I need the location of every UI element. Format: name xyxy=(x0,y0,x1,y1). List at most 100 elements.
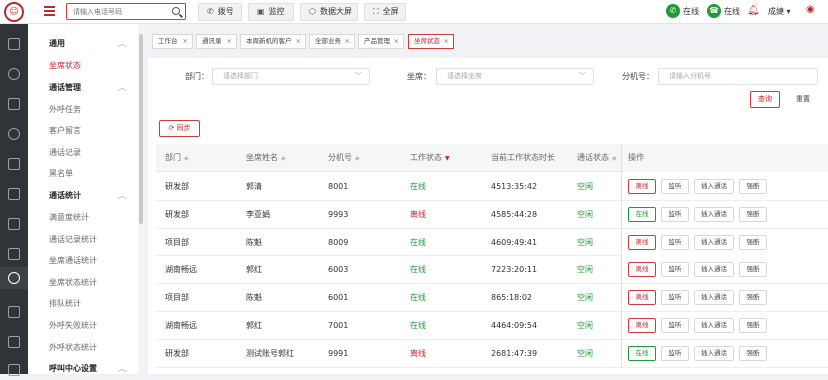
force-disconnect-button[interactable]: 强断 xyxy=(739,345,767,361)
online-status-2[interactable]: ☎ 在线 xyxy=(707,4,740,18)
tab-seat-status[interactable]: 坐席状态 × xyxy=(408,34,454,49)
sort-icon[interactable]: ◆ xyxy=(612,155,617,162)
sidebar-item-seat-call-stats[interactable]: 坐席通话统计 xyxy=(28,250,138,272)
scrollbar-thumb[interactable] xyxy=(139,34,143,224)
rail-item-callcenter[interactable] xyxy=(0,267,28,289)
set-online-button[interactable]: 在线 xyxy=(628,206,656,222)
sidebar-item-queue-stats[interactable]: 排队统计 xyxy=(28,293,138,315)
sidebar-item-call-record-stats[interactable]: 通话记录统计 xyxy=(28,229,138,251)
set-online-button[interactable]: 在线 xyxy=(628,345,656,361)
monitor-button[interactable]: ▣ 监控 xyxy=(248,3,294,21)
stats-icon[interactable] xyxy=(8,218,20,230)
listen-button[interactable]: 监听 xyxy=(661,290,689,306)
sort-icon[interactable]: ◆ xyxy=(184,155,189,162)
col-header-work-status[interactable]: 工作状态 ▼ xyxy=(410,144,450,173)
phone-search-box[interactable] xyxy=(66,3,186,20)
sort-icon[interactable]: ◆ xyxy=(355,155,360,162)
force-disconnect-button[interactable]: 强断 xyxy=(739,234,767,250)
set-offline-button[interactable]: 离线 xyxy=(628,318,656,333)
force-disconnect-button[interactable]: 强断 xyxy=(739,206,767,222)
listen-button[interactable]: 监听 xyxy=(661,318,689,333)
set-offline-button[interactable]: 离线 xyxy=(628,179,656,194)
sidebar-group-general[interactable]: 通用 ︿ xyxy=(28,33,138,55)
ext-input[interactable]: 请输入分机号 xyxy=(658,68,818,85)
doc-icon[interactable] xyxy=(8,248,20,260)
search-icon[interactable] xyxy=(172,7,180,15)
tab-contacts[interactable]: 通讯录 × xyxy=(196,34,237,49)
sidebar-item-outbound-fail-stats[interactable]: 外呼失败统计 xyxy=(28,315,138,337)
force-disconnect-button[interactable]: 强断 xyxy=(739,262,767,278)
sidebar-item-outbound-status-stats[interactable]: 外呼状态统计 xyxy=(28,337,138,359)
tab-product-management[interactable]: 产品管理 × xyxy=(358,34,404,49)
force-disconnect-button[interactable]: 强断 xyxy=(739,318,767,333)
menu-toggle-icon[interactable] xyxy=(44,6,55,17)
barge-in-button[interactable]: 插入通话 xyxy=(694,234,734,250)
home-icon[interactable] xyxy=(8,38,20,50)
sidebar-item-seat-status-stats[interactable]: 坐席状态统计 xyxy=(28,272,138,294)
barge-in-button[interactable]: 插入通话 xyxy=(694,262,734,278)
barge-in-button[interactable]: 插入通话 xyxy=(694,345,734,361)
listen-button[interactable]: 监听 xyxy=(661,234,689,250)
close-icon[interactable]: × xyxy=(345,35,350,48)
apps-icon[interactable] xyxy=(8,98,20,110)
col-header-call-status[interactable]: 通话状态 ◆ xyxy=(577,144,617,173)
listen-button[interactable]: 监听 xyxy=(661,179,689,194)
tab-all-business[interactable]: 全部业务 × xyxy=(309,34,355,49)
tab-weekly-customers[interactable]: 本周新机的客户 × xyxy=(240,34,306,49)
sidebar-group-callcenter-settings[interactable]: 呼叫中心设置 ︿ xyxy=(28,358,138,380)
reset-button[interactable]: 重置 xyxy=(788,91,818,108)
force-disconnect-button[interactable]: 强断 xyxy=(739,179,767,194)
sidebar-item-blacklist[interactable]: 黑名单 xyxy=(28,163,138,185)
bell-icon[interactable]: 🔔︎ xyxy=(747,5,760,16)
barge-in-button[interactable]: 插入通话 xyxy=(694,318,734,333)
seat-select[interactable]: 请选择坐席 ﹀ xyxy=(436,68,594,85)
layers-icon[interactable] xyxy=(8,336,20,348)
fullscreen-button[interactable]: ⛶ 全屏 xyxy=(364,3,406,21)
listen-button[interactable]: 监听 xyxy=(661,262,689,278)
close-icon[interactable]: × xyxy=(444,35,449,48)
sidebar-item-call-records[interactable]: 通话记录 xyxy=(28,142,138,164)
sidebar-group-call-management[interactable]: 通话管理 ︿ xyxy=(28,77,138,99)
sync-button[interactable]: ⟳ 同步 xyxy=(159,120,200,137)
set-offline-button[interactable]: 离线 xyxy=(628,234,656,250)
book-icon[interactable] xyxy=(8,306,20,318)
cell-extension: 8009 xyxy=(328,237,349,247)
close-icon[interactable]: × xyxy=(296,35,301,48)
message-icon[interactable] xyxy=(8,364,20,376)
close-icon[interactable]: × xyxy=(183,35,188,48)
dial-button[interactable]: ✆ 拨号 xyxy=(198,3,242,21)
set-offline-button[interactable]: 离线 xyxy=(628,290,656,306)
dept-select[interactable]: 请选择部门 ﹀ xyxy=(212,68,370,85)
sidebar-scrollbar[interactable] xyxy=(138,24,144,374)
phone-search-input[interactable] xyxy=(73,4,173,19)
sort-desc-icon[interactable]: ▼ xyxy=(445,155,450,162)
user-menu[interactable]: 成婕 ▾ xyxy=(768,6,791,17)
close-icon[interactable]: × xyxy=(394,35,399,48)
sidebar-item-seat-status[interactable]: 坐席状态 xyxy=(28,55,138,77)
barge-in-button[interactable]: 插入通话 xyxy=(694,179,734,194)
listen-button[interactable]: 监听 xyxy=(661,345,689,361)
set-offline-button[interactable]: 离线 xyxy=(628,262,656,278)
close-icon[interactable]: × xyxy=(227,35,232,48)
col-header-name[interactable]: 坐席姓名 ◆ xyxy=(246,144,286,173)
customers-icon[interactable] xyxy=(8,158,20,170)
sidebar-item-outbound-task[interactable]: 外呼任务 xyxy=(28,99,138,121)
force-disconnect-button[interactable]: 强断 xyxy=(739,290,767,306)
settings-icon[interactable] xyxy=(8,68,20,80)
contacts-icon[interactable] xyxy=(8,128,20,140)
cart-icon[interactable] xyxy=(8,188,20,200)
tab-workbench[interactable]: 工作台 × xyxy=(152,34,193,49)
col-header-ext[interactable]: 分机号 ◆ xyxy=(328,144,360,173)
sidebar-item-satisfaction-stats[interactable]: 满意度统计 xyxy=(28,207,138,229)
sidebar-item-customer-message[interactable]: 客户留言 xyxy=(28,120,138,142)
sort-icon[interactable]: ◆ xyxy=(281,155,286,162)
barge-in-button[interactable]: 插入通话 xyxy=(694,206,734,222)
query-button[interactable]: 查询 xyxy=(750,91,780,108)
sidebar-group-call-stats[interactable]: 通话统计 ︿ xyxy=(28,185,138,207)
online-status-1[interactable]: ✆ 在线 xyxy=(666,4,699,18)
listen-button[interactable]: 监听 xyxy=(661,206,689,222)
barge-in-button[interactable]: 插入通话 xyxy=(694,290,734,306)
data-screen-button[interactable]: ⬡ 数据大屏 xyxy=(300,3,358,21)
monitor-icon: ▣ xyxy=(257,7,265,16)
col-header-dept[interactable]: 部门 ◆ xyxy=(165,144,189,173)
